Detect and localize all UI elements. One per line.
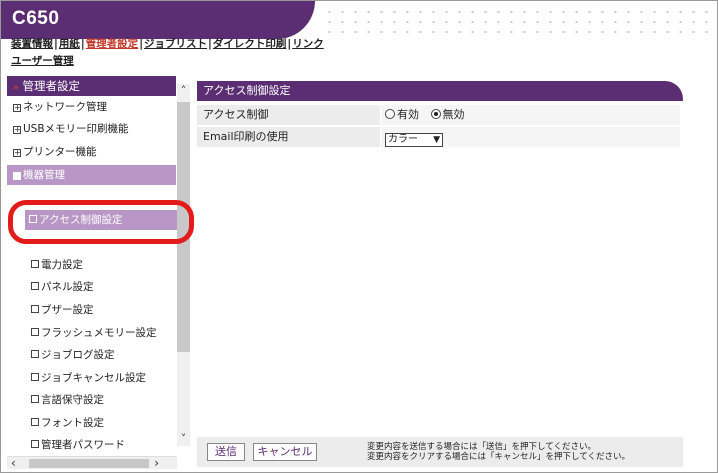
sidebar-heading-label: 管理者設定 [22,79,81,93]
sidebar-item-label: ブザー設定 [41,304,94,316]
email-print-select-value: カラー [388,134,418,145]
sidebar-item-flash-memory[interactable]: フラッシュメモリー設定 [7,323,176,343]
access-control-options: 有効 無効 [381,105,680,125]
bullet-icon [31,305,39,313]
email-print-label: Email印刷の使用 [197,127,380,147]
radio-disabled-label: 無効 [442,108,465,121]
chevron-down-icon: ▼ [433,135,440,145]
radio-enabled[interactable]: 有効 [385,108,419,121]
bullet-icon [31,440,39,448]
sub-nav: ユーザー管理 [11,53,74,68]
sidebar-item-admin-password[interactable]: 管理者パスワード [7,435,176,455]
bullet-icon [31,395,39,403]
chevron-right-icon: » [13,83,19,93]
scroll-left-icon[interactable]: ‹ [11,456,16,470]
title-banner: C650 [1,1,315,39]
radio-checked-icon [430,109,441,119]
nav-job-list[interactable]: ジョブリスト [144,38,207,50]
footer-note-cancel: 変更内容をクリアする場合には「キャンセル」を押下してください。 [367,452,630,462]
nav-separator: | [287,38,292,50]
email-print-field: カラー ▼ [381,127,680,147]
sidebar-item-panel[interactable]: パネル設定 [7,277,176,297]
nav-direct-print[interactable]: ダイレクト印刷 [213,38,287,50]
email-print-select[interactable]: カラー ▼ [385,133,443,147]
sidebar-item-device-management[interactable]: 機器管理 [7,165,176,185]
bullet-icon [31,260,39,268]
bullet-icon [31,282,39,290]
sidebar-item-label: フラッシュメモリー設定 [41,327,157,339]
sidebar-item-printer-function[interactable]: プリンター機能 [7,142,176,162]
nav-links[interactable]: リンク [292,38,324,50]
expand-icon [13,104,21,112]
expand-icon [13,126,21,134]
bullet-icon [31,418,39,426]
nav-admin-settings[interactable]: 管理者設定 [86,38,139,50]
sidebar: »管理者設定 ネットワーク管理 USBメモリー印刷機能 プリンター機能 機器管理… [7,76,190,470]
sidebar-item-label: 電力設定 [41,259,83,271]
sidebar-item-power[interactable]: 電力設定 [7,255,176,275]
sidebar-item-label: プリンター機能 [23,146,97,158]
nav-user-management[interactable]: ユーザー管理 [11,55,74,67]
cancel-button[interactable]: キャンセル [253,443,317,461]
sidebar-vertical-scrollbar[interactable]: ˄ ˅ [177,84,190,446]
submit-button[interactable]: 送信 [207,443,245,461]
collapse-icon [13,172,21,180]
scroll-up-icon[interactable]: ˄ [178,84,189,98]
radio-circle-icon [385,109,395,119]
footer-bar: 送信 キャンセル 変更内容を送信する場合には「送信」を押下してください。 変更内… [197,437,683,467]
scroll-right-icon[interactable]: › [154,456,159,470]
sidebar-item-buzzer[interactable]: ブザー設定 [7,300,176,320]
radio-enabled-label: 有効 [397,108,419,121]
sidebar-item-usb-print[interactable]: USBメモリー印刷機能 [7,119,176,139]
sidebar-item-label: ジョブログ設定 [41,349,115,361]
bullet-icon [31,328,39,336]
sidebar-item-label: フォント設定 [41,417,104,429]
scroll-down-icon[interactable]: ˅ [178,432,189,446]
footer-note-submit: 変更内容を送信する場合には「送信」を押下してください。 [367,442,596,452]
sidebar-item-label: USBメモリー印刷機能 [23,123,129,135]
expand-icon [13,149,21,157]
header: C650 装置情報|用紙|管理者設定|ジョブリスト|ダイレクト印刷|リンク ユー… [1,1,717,71]
sidebar-item-font[interactable]: フォント設定 [7,413,176,433]
nav-separator: | [80,38,85,50]
sidebar-item-job-log[interactable]: ジョブログ設定 [7,345,176,365]
sidebar-item-label: 言語保守設定 [41,394,104,406]
access-control-label: アクセス制御 [197,105,380,125]
top-nav: 装置情報|用紙|管理者設定|ジョブリスト|ダイレクト印刷|リンク [11,37,411,51]
footer-notes: 変更内容を送信する場合には「送信」を押下してください。 変更内容をクリアする場合… [367,442,630,462]
main-content: アクセス制御設定 アクセス制御 有効 無効 Email印刷の使用 カラー ▼ [197,81,683,441]
sidebar-horizontal-scrollbar[interactable]: ‹ › [7,456,177,470]
sidebar-item-network[interactable]: ネットワーク管理 [7,97,176,117]
sidebar-item-label: 機器管理 [23,169,65,181]
radio-disabled[interactable]: 無効 [430,108,465,121]
page-title: C650 [12,8,60,29]
section-heading: アクセス制御設定 [197,81,683,101]
nav-paper[interactable]: 用紙 [59,38,80,50]
bullet-icon [31,350,39,358]
nav-separator: | [139,38,144,50]
sidebar-item-label: 管理者パスワード [41,439,125,451]
nav-separator: | [208,38,212,50]
sidebar-item-label: ネットワーク管理 [23,101,107,113]
sidebar-heading[interactable]: » 管理者設定 [7,76,176,96]
sidebar-item-language[interactable]: 言語保守設定 [7,390,176,410]
scrollbar-thumb[interactable] [29,459,149,468]
decorative-dots [323,7,713,37]
sidebar-item-job-cancel[interactable]: ジョブキャンセル設定 [7,368,176,388]
bullet-icon [31,373,39,381]
access-control-row: アクセス制御 有効 無効 [197,105,680,125]
annotation-highlight-ring [8,200,194,244]
sidebar-item-label: ジョブキャンセル設定 [41,372,146,384]
nav-separator: | [54,38,58,50]
email-print-row: Email印刷の使用 カラー ▼ [197,127,680,147]
nav-device-info[interactable]: 装置情報 [11,38,53,50]
sidebar-item-label: パネル設定 [41,281,94,293]
